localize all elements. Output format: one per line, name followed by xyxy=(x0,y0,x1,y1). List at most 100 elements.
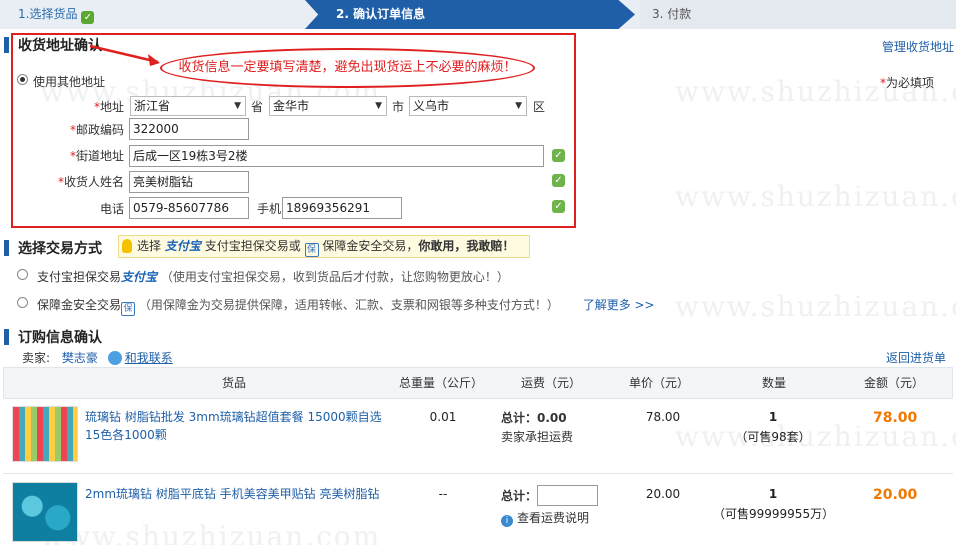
column-header: 运费（元） xyxy=(520,376,581,390)
column-header: 金额（元） xyxy=(863,376,924,390)
mobile-label: 手机 xyxy=(257,202,282,216)
province-select[interactable]: 浙江省 ▼ xyxy=(130,96,246,116)
alipay-escrow-desc: （使用支付宝担保交易，收到货品后才付款，让您购物更放心！） xyxy=(160,270,509,284)
step-select-goods: 1.选择货品 ✓ xyxy=(0,0,305,29)
quantity: 1 xyxy=(768,410,778,424)
watermark: www.shuzhizuan.com xyxy=(675,180,956,213)
freight-input[interactable] xyxy=(537,485,599,506)
street-input[interactable]: 后成一区19栋3号2楼 xyxy=(129,145,544,167)
quantity: 1 xyxy=(768,487,778,501)
freight-label: 总计： xyxy=(501,411,538,425)
unit-price: 78.00 xyxy=(645,410,681,424)
district-suffix: 区 xyxy=(533,100,546,114)
deposit-guarantee-label: 保障金安全交易 xyxy=(37,298,122,312)
street-label: *街道地址 xyxy=(69,149,124,163)
seller-label: 卖家: xyxy=(22,351,51,365)
tip-slogan: 你敢用，我敢赔！ xyxy=(418,239,515,253)
weight-value: 0.01 xyxy=(429,410,457,424)
contact-seller-link[interactable]: 和我联系 xyxy=(125,351,173,365)
row-divider xyxy=(3,473,953,474)
product-name-link[interactable]: 2mm琉璃钻 树脂平底钻 手机美容美甲贴钻 亮美树脂钻 xyxy=(85,485,385,503)
tip-text-2: 保障金安全交易， xyxy=(322,239,419,253)
learn-more-link[interactable]: 了解更多 >> xyxy=(583,298,655,312)
city-suffix: 市 xyxy=(392,100,405,114)
valid-check-icon: ✓ xyxy=(552,200,565,213)
shield-icon: 保 xyxy=(121,302,136,316)
order-table-header: 货品 总重量（公斤） 运费（元） 单价（元） 数量 金额（元） xyxy=(3,367,953,399)
chat-icon xyxy=(107,351,122,365)
freight-value: 0.00 xyxy=(537,411,567,425)
seller-name-link[interactable]: 樊志豪 xyxy=(62,351,98,365)
alipay-escrow-label: 支付宝担保交易 xyxy=(37,270,122,284)
step-pay: 3. 付款 xyxy=(640,0,956,29)
deposit-guarantee-option[interactable]: 保障金安全交易保 （用保障金为交易提供保障，适用转帐、汇款、支票和网银等多种支付… xyxy=(37,296,655,316)
tip-text: 支付宝担保交易或 xyxy=(204,239,301,253)
freight-cell: 总计： i 查看运费说明 xyxy=(501,485,599,527)
phone-input[interactable]: 0579-85607786 xyxy=(129,197,249,219)
city-value: 金华市 xyxy=(273,99,310,113)
checkout-steps: 1.选择货品 ✓ 2. 确认订单信息 3. 付款 xyxy=(0,0,956,29)
section-marker xyxy=(4,329,9,345)
order-section-title: 订购信息确认 xyxy=(18,330,102,346)
quantity-available: （可售99999955万） xyxy=(713,507,835,521)
phone-label: 电话 xyxy=(99,202,124,216)
chevron-down-icon: ▼ xyxy=(234,101,241,111)
tip-prefix: 选择 xyxy=(137,239,162,253)
postcode-label: *邮政编码 xyxy=(69,123,124,137)
lightbulb-icon xyxy=(122,239,132,253)
postcode-input[interactable]: 322000 xyxy=(129,118,249,140)
postcode-label-text: 邮政编码 xyxy=(75,123,124,137)
section-marker xyxy=(4,37,9,53)
alipay-escrow-radio[interactable] xyxy=(17,269,28,280)
step1-label: 1.选择货品 xyxy=(18,7,78,21)
required-hint: *为必填项 xyxy=(880,76,935,90)
receiver-input[interactable]: 亮美树脂钻 xyxy=(129,171,249,193)
use-other-address-radio[interactable] xyxy=(17,74,28,85)
manage-address-link[interactable]: 管理收货地址 xyxy=(882,38,954,55)
info-icon: i xyxy=(501,515,513,527)
alipay-logo: 支付宝 xyxy=(164,239,201,253)
district-select[interactable]: 义乌市 ▼ xyxy=(409,96,527,116)
region-label-text: 地址 xyxy=(99,100,124,114)
required-hint-text: 为必填项 xyxy=(886,76,935,90)
chevron-down-icon: ▼ xyxy=(375,101,382,111)
freight-info-link[interactable]: 查看运费说明 xyxy=(517,511,589,525)
weight-value: -- xyxy=(438,487,448,501)
valid-check-icon: ✓ xyxy=(552,149,565,162)
product-thumbnail[interactable] xyxy=(12,406,78,462)
freight-note: 卖家承担运费 xyxy=(501,430,574,444)
back-to-cart-link[interactable]: 返回进货单 xyxy=(886,349,946,366)
column-header: 总重量（公斤） xyxy=(398,376,483,390)
step-confirm-order: 2. 确认订单信息 xyxy=(305,0,635,29)
check-icon: ✓ xyxy=(81,11,95,24)
amount-value: 20.00 xyxy=(873,487,918,503)
city-select[interactable]: 金华市 ▼ xyxy=(269,96,387,116)
freight-label: 总计： xyxy=(501,489,538,503)
deposit-guarantee-desc: （用保障金为交易提供保障，适用转帐、汇款、支票和网银等多种支付方式！） xyxy=(138,298,559,312)
chevron-down-icon: ▼ xyxy=(515,101,522,111)
column-header: 单价（元） xyxy=(628,376,689,390)
watermark: www.shuzhizuan.com xyxy=(40,520,382,545)
shield-icon: 保 xyxy=(304,243,319,257)
section-marker xyxy=(4,240,9,256)
annotation-arrow-icon xyxy=(89,44,160,66)
province-value: 浙江省 xyxy=(134,99,171,113)
unit-price: 20.00 xyxy=(645,487,681,501)
use-other-address-label: 使用其他地址 xyxy=(33,75,106,89)
valid-check-icon: ✓ xyxy=(552,174,565,187)
freight-cell: 总计：0.00 卖家承担运费 xyxy=(501,409,573,445)
province-suffix: 省 xyxy=(251,100,264,114)
payment-section-title: 选择交易方式 xyxy=(18,241,102,257)
amount-value: 78.00 xyxy=(873,410,918,426)
address-notice: 收货信息一定要填写清楚，避免出现货运上不必要的麻烦！ xyxy=(160,48,535,88)
mobile-input[interactable]: 18969356291 xyxy=(282,197,402,219)
deposit-guarantee-radio[interactable] xyxy=(17,297,28,308)
region-label: *地址 xyxy=(93,100,124,114)
street-label-text: 街道地址 xyxy=(75,149,124,163)
product-name-link[interactable]: 琉璃钻 树脂钻批发 3mm琉璃钻超值套餐 15000颗自选15色各1000颗 xyxy=(85,408,385,444)
alipay-escrow-option[interactable]: 支付宝担保交易支付宝 （使用支付宝担保交易，收到货品后才付款，让您购物更放心！） xyxy=(37,268,509,285)
payment-tip: 选择 支付宝 支付宝担保交易或 保 保障金安全交易，你敢用，我敢赔！ xyxy=(118,235,530,258)
product-thumbnail[interactable] xyxy=(12,482,78,542)
receiver-label-text: 收货人姓名 xyxy=(63,175,124,189)
receiver-label: *收货人姓名 xyxy=(57,175,124,189)
